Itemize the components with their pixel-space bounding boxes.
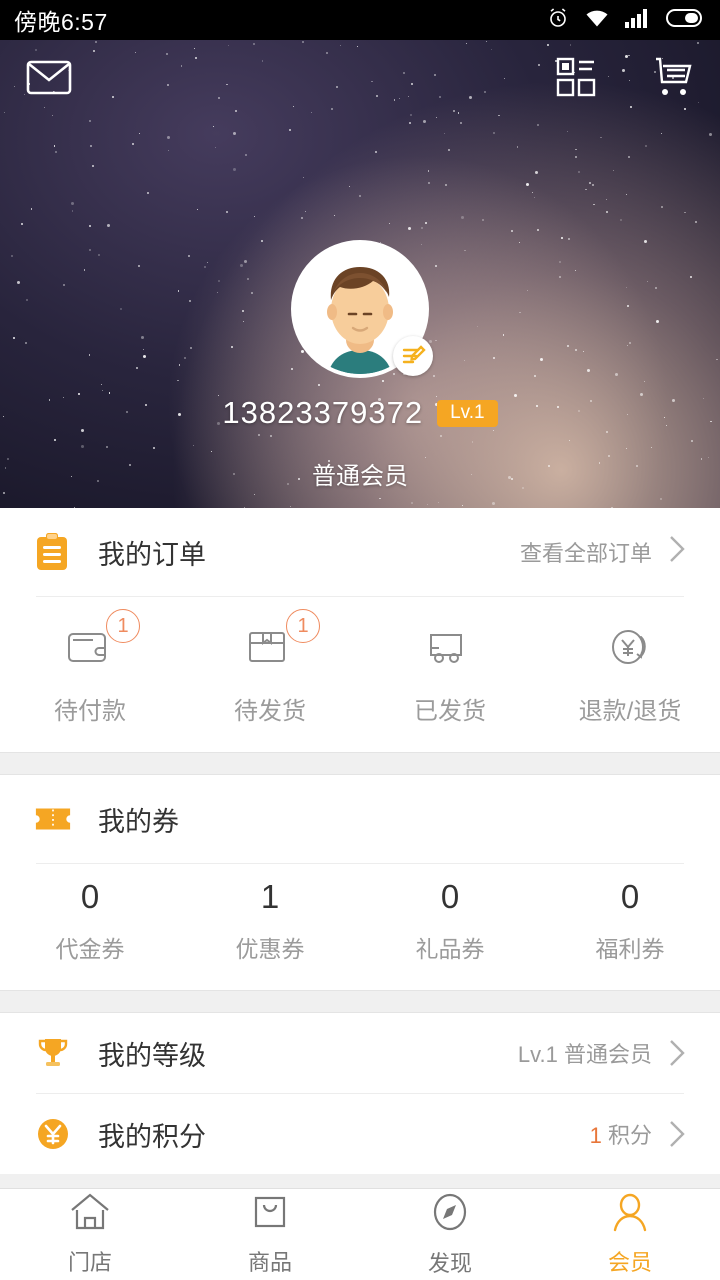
coupon-label: 代金券 [55, 936, 125, 962]
avatar-container[interactable] [291, 240, 433, 378]
wallet-icon: 1 [64, 609, 140, 675]
tab-label: 发现 [427, 1251, 472, 1276]
order-status-label: 待发货 [234, 698, 306, 725]
status-bar-clock: 傍晚6:57 [14, 9, 108, 35]
coupon-count: 0 [440, 878, 460, 915]
status-bar-icons [546, 6, 706, 35]
status-bar: 傍晚6:57 [0, 0, 720, 40]
tab-member[interactable]: 会员 [540, 1189, 720, 1280]
profile-name-row: 13823379372 Lv.1 [0, 395, 720, 431]
row-my-level[interactable]: 我的等级 Lv.1 普通会员 [0, 1013, 720, 1093]
coupon-welfare[interactable]: 0 福利券 [540, 878, 720, 964]
order-status-refund[interactable]: 退款/退货 [540, 597, 720, 752]
tab-store[interactable]: 门店 [0, 1189, 180, 1280]
order-status-row: 1 待付款 1 待发货 已发货 退款/退货 [0, 597, 720, 752]
coupon-label: 优惠券 [235, 936, 305, 962]
points-value: 1 [589, 1123, 602, 1148]
truck-icon [423, 619, 477, 675]
order-badge-unshipped: 1 [286, 609, 320, 643]
yen-coin-icon [34, 1115, 72, 1153]
chevron-right-icon [668, 1038, 686, 1068]
profile-hero: 13823379372 Lv.1 普通会员 [0, 40, 720, 508]
chevron-right-icon [668, 1119, 686, 1149]
order-status-unshipped[interactable]: 1 待发货 [180, 597, 360, 752]
person-icon [609, 1192, 651, 1237]
alarm-icon [546, 6, 570, 35]
hero-toolbar-right [556, 56, 694, 103]
coupon-count: 0 [80, 878, 100, 915]
clipboard-icon [34, 532, 72, 572]
mail-icon[interactable] [26, 58, 72, 101]
package-icon: 1 [244, 609, 320, 675]
chevron-right-icon [668, 534, 686, 570]
coupon-label: 福利券 [595, 936, 665, 962]
order-status-label: 退款/退货 [578, 698, 682, 725]
row-title: 我的积分 [98, 1121, 206, 1152]
category-grid-icon[interactable] [556, 57, 598, 102]
row-title: 我的等级 [98, 1040, 206, 1071]
view-all-orders-label: 查看全部订单 [519, 541, 652, 566]
coupon-gift[interactable]: 0 礼品券 [360, 878, 540, 964]
orders-title: 我的订单 [98, 539, 206, 570]
row-value: 1 积分 [590, 1118, 652, 1150]
refund-icon [603, 619, 657, 675]
trophy-icon [34, 1034, 72, 1072]
home-icon [68, 1192, 112, 1237]
battery-icon [666, 7, 706, 34]
coupon-voucher[interactable]: 0 代金券 [0, 878, 180, 964]
tab-products[interactable]: 商品 [180, 1189, 360, 1280]
order-badge-unpaid: 1 [106, 609, 140, 643]
coupons-title: 我的券 [98, 806, 179, 837]
order-status-label: 已发货 [414, 698, 486, 725]
tab-label: 门店 [67, 1250, 112, 1275]
profile-phone: 13823379372 [222, 395, 424, 430]
coupon-count: 1 [260, 878, 280, 915]
orders-header[interactable]: 我的订单 查看全部订单 [0, 508, 720, 596]
coupons-header[interactable]: 我的券 [0, 775, 720, 863]
order-status-shipped[interactable]: 已发货 [360, 597, 540, 752]
account-rows-card: 我的等级 Lv.1 普通会员 我的积分 1 积分 [0, 1013, 720, 1174]
coupon-counts-row: 0 代金券 1 优惠券 0 礼品券 0 福利券 [0, 864, 720, 990]
hero-toolbar [0, 40, 720, 118]
ticket-icon [34, 804, 72, 834]
row-my-points[interactable]: 我的积分 1 积分 [0, 1094, 720, 1174]
tab-label: 会员 [607, 1250, 652, 1275]
row-value: Lv.1 普通会员 [517, 1042, 652, 1067]
bottom-tab-bar: 门店 商品 发现 会员 [0, 1188, 720, 1280]
signal-icon [624, 7, 652, 34]
order-status-unpaid[interactable]: 1 待付款 [0, 597, 180, 752]
coupon-label: 礼品券 [415, 936, 485, 962]
member-type-label: 普通会员 [312, 463, 408, 490]
wifi-icon [584, 7, 610, 34]
orders-card: 我的订单 查看全部订单 1 待付款 1 待发货 已发货 退款/退货 [0, 508, 720, 752]
section-gap [0, 752, 720, 775]
coupon-discount[interactable]: 1 优惠券 [180, 878, 360, 964]
tab-discover[interactable]: 发现 [360, 1189, 540, 1280]
view-all-orders-link[interactable]: 查看全部订单 [520, 534, 686, 570]
coupon-count: 0 [620, 878, 640, 915]
edit-pencil-icon[interactable] [393, 336, 433, 376]
order-status-label: 待付款 [54, 698, 126, 725]
compass-icon [429, 1191, 471, 1238]
shopping-cart-icon[interactable] [650, 56, 694, 103]
coupons-card: 我的券 0 代金券 1 优惠券 0 礼品券 0 福利券 [0, 775, 720, 990]
section-gap [0, 990, 720, 1013]
tab-label: 商品 [247, 1250, 292, 1275]
points-unit: 积分 [601, 1123, 652, 1148]
bag-icon [250, 1192, 290, 1237]
level-badge: Lv.1 [437, 399, 498, 427]
